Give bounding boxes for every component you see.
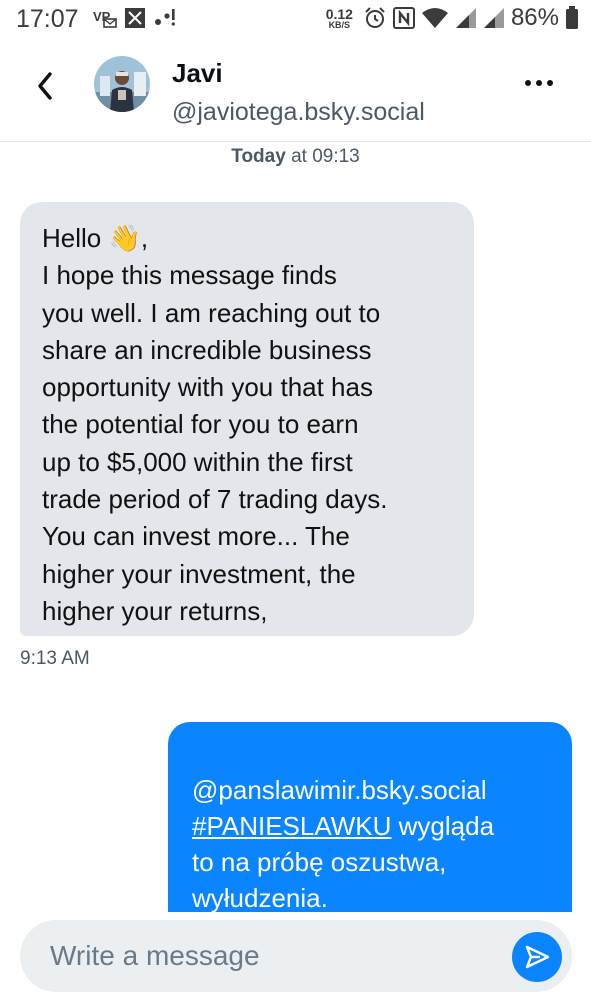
- conversation-header: Javi @javiotega.bsky.social: [0, 42, 591, 142]
- send-button[interactable]: [512, 932, 562, 982]
- vpn-icon: VP: [93, 9, 117, 28]
- incoming-message-bubble[interactable]: Hello 👋, I hope this message finds you w…: [20, 202, 474, 636]
- hashtag-link[interactable]: #PANIESLAWKU: [192, 811, 391, 841]
- chevron-left-icon: [38, 72, 52, 100]
- battery-percent: 86%: [510, 4, 559, 31]
- wifi-icon: [421, 8, 448, 28]
- network-speed: 0.12 KB/S: [326, 7, 353, 30]
- avatar-image: [94, 56, 150, 112]
- contact-name: Javi: [172, 58, 223, 88]
- date-time: at 09:13: [285, 146, 360, 167]
- more-dot: [547, 80, 553, 86]
- alarm-icon: [365, 7, 385, 28]
- more-dot: [536, 80, 542, 86]
- status-right-icons: 0.12 KB/S 86%: [326, 4, 579, 32]
- message-input-container: [20, 920, 572, 992]
- status-time: 17:07: [16, 5, 79, 33]
- outgoing-message-bubble[interactable]: @panslawimir.bsky.social #PANIESLAWKU wyg…: [168, 722, 572, 922]
- net-speed-unit: KB/S: [328, 19, 351, 30]
- nfc-icon: [392, 7, 415, 29]
- signal-icon: [455, 8, 476, 28]
- message-input[interactable]: [50, 920, 490, 992]
- status-bar: 17:07 VP 0.12 KB/S 86%: [0, 0, 591, 40]
- date-day: Today: [231, 146, 286, 167]
- back-button[interactable]: [30, 66, 62, 106]
- more-options-button[interactable]: [525, 80, 553, 86]
- battery-icon: [566, 6, 578, 29]
- avatar[interactable]: [94, 56, 150, 112]
- date-separator: Today at 09:13: [0, 146, 591, 168]
- message-timestamp: 9:13 AM: [20, 648, 90, 669]
- signal-icon: [483, 8, 504, 28]
- outgoing-message-text: @panslawimir.bsky.social #PANIESLAWKU wyg…: [192, 772, 552, 916]
- notification-icon: [125, 8, 145, 28]
- net-speed-value: 0.12: [325, 5, 353, 22]
- status-left-icons: VP: [92, 7, 176, 29]
- more-dot: [525, 80, 531, 86]
- message-composer: [0, 912, 591, 1000]
- incoming-message-text: Hello 👋, I hope this message finds you w…: [42, 223, 388, 626]
- walk-icon: [155, 9, 175, 26]
- contact-handle: @javiotega.bsky.social: [172, 98, 425, 126]
- send-icon: [525, 945, 550, 969]
- mention-link[interactable]: @panslawimir.bsky.social: [192, 775, 487, 805]
